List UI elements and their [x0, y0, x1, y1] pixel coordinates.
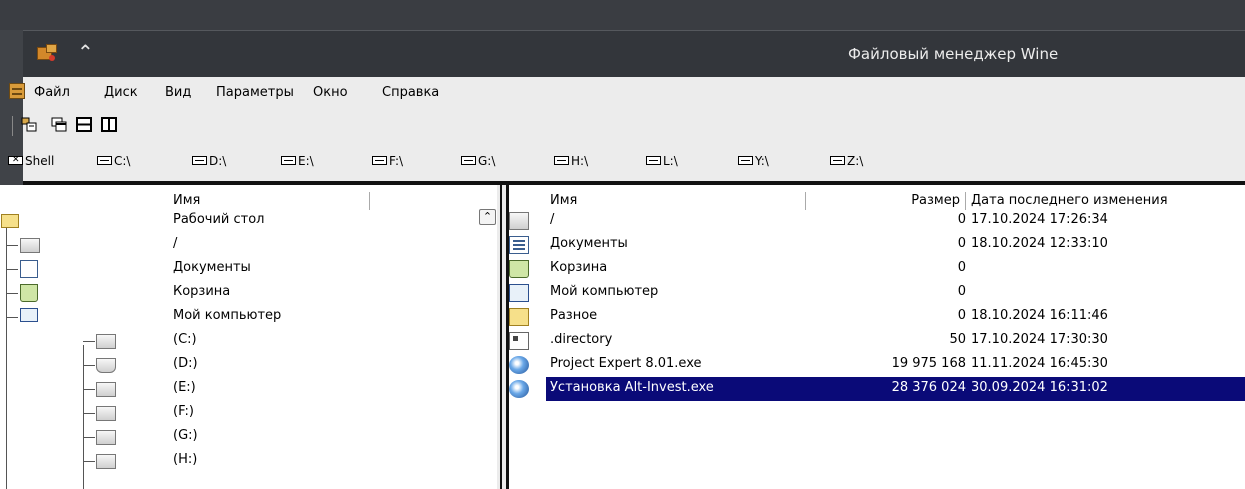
file-row[interactable]: Разное 0 18.10.2024 16:11:46: [509, 305, 1245, 329]
tree-item[interactable]: /: [0, 233, 480, 257]
cascade-windows-icon[interactable]: [51, 117, 67, 132]
connect-drive-icon[interactable]: [21, 117, 37, 132]
shell-icon: [8, 152, 23, 168]
tree-item[interactable]: (F:): [0, 401, 480, 425]
folder-icon: [509, 308, 529, 326]
tree-item[interactable]: (G:): [0, 425, 480, 449]
window-menu-icon[interactable]: [9, 83, 25, 99]
folder-icon: [1, 214, 19, 228]
file-manager-window: Файл Диск Вид Параметры Окно Справка She…: [0, 77, 1245, 489]
drive-g[interactable]: G:\: [461, 153, 495, 169]
tree-item[interactable]: (E:): [0, 377, 480, 401]
file-row[interactable]: Project Expert 8.01.exe 19 975 168 11.11…: [509, 353, 1245, 377]
drive-icon: [738, 156, 753, 165]
tile-horizontal-icon[interactable]: [76, 117, 92, 132]
tree-column-header-empty[interactable]: [370, 192, 475, 210]
menu-bar: Файл Диск Вид Параметры Окно Справка: [9, 77, 1245, 108]
menu-help[interactable]: Справка: [382, 85, 439, 100]
menu-disk[interactable]: Диск: [104, 85, 138, 100]
toolbar: [12, 108, 1245, 141]
window-titlebar[interactable]: ⌃ Файловый менеджер Wine: [23, 30, 1245, 77]
menu-file[interactable]: Файл: [34, 85, 70, 100]
trash-icon: [509, 260, 529, 278]
exe-icon: [509, 380, 529, 398]
drive-z[interactable]: Z:\: [830, 153, 863, 169]
file-row[interactable]: Корзина 0: [509, 257, 1245, 281]
drive-icon: [509, 212, 529, 230]
file-row[interactable]: .directory 50 17.10.2024 17:30:30: [509, 329, 1245, 353]
drive-icon: [96, 430, 116, 445]
drive-icon: [554, 156, 569, 165]
cdrom-icon: [192, 156, 207, 165]
drive-h[interactable]: H:\: [554, 153, 588, 169]
drive-l[interactable]: L:\: [646, 153, 678, 169]
drive-icon: [20, 238, 40, 253]
drive-icon: [372, 156, 387, 165]
menu-view[interactable]: Вид: [165, 85, 191, 100]
cdrom-icon: [96, 358, 116, 373]
drive-icon: [830, 156, 845, 165]
drive-c[interactable]: C:\: [97, 153, 130, 169]
pane-splitter[interactable]: [497, 185, 509, 489]
file-row[interactable]: Документы 0 18.10.2024 12:33:10: [509, 233, 1245, 257]
drive-icon: [281, 156, 296, 165]
tree-item[interactable]: Рабочий стол: [0, 209, 480, 233]
exe-icon: [509, 356, 529, 374]
column-header-date[interactable]: Дата последнего изменения: [971, 192, 1245, 210]
documents-icon: [20, 260, 38, 278]
drive-y[interactable]: Y:\: [738, 153, 769, 169]
tree-item[interactable]: (D:): [0, 353, 480, 377]
documents-icon: [509, 236, 529, 254]
tile-vertical-icon[interactable]: [101, 117, 117, 132]
tree-item[interactable]: Мой компьютер: [0, 305, 480, 329]
drive-bar: Shell C:\ D:\ E:\ F:\ G:\ H:\ L:\ Y:\ Z:…: [8, 141, 1245, 181]
file-row-selected[interactable]: Установка Alt-Invest.exe 28 376 024 30.0…: [509, 377, 1245, 401]
toolbar-separator: [12, 116, 13, 136]
computer-icon: [20, 308, 38, 322]
app-icon[interactable]: [37, 44, 57, 62]
drive-d[interactable]: D:\: [192, 153, 226, 169]
drive-icon: [96, 382, 116, 397]
file-row[interactable]: Мой компьютер 0: [509, 281, 1245, 305]
menu-options[interactable]: Параметры: [216, 85, 294, 100]
drive-icon: [97, 156, 112, 165]
drive-icon: [96, 454, 116, 469]
drive-icon: [96, 406, 116, 421]
desktop-background: [0, 0, 1245, 30]
file-list-pane[interactable]: Имя Размер Дата последнего изменения / 0…: [509, 185, 1245, 489]
drive-icon: [461, 156, 476, 165]
drive-icon: [96, 334, 116, 349]
tree-column-header[interactable]: Имя: [173, 192, 370, 210]
column-header-size[interactable]: Размер: [806, 192, 966, 210]
file-row[interactable]: / 0 17.10.2024 17:26:34: [509, 209, 1245, 233]
drive-e[interactable]: E:\: [281, 153, 314, 169]
trash-icon: [20, 284, 38, 302]
computer-icon: [509, 284, 529, 302]
menu-window[interactable]: Окно: [313, 85, 348, 100]
tree-item[interactable]: (C:): [0, 329, 480, 353]
tree-pane[interactable]: Имя Рабочий стол / Документы Корзина Мой…: [0, 185, 497, 489]
drive-shell[interactable]: Shell: [8, 152, 54, 169]
drive-f[interactable]: F:\: [372, 153, 403, 169]
tree-item[interactable]: Корзина: [0, 281, 480, 305]
tree-item[interactable]: (H:): [0, 449, 480, 489]
window-title: Файловый менеджер Wine: [848, 45, 1059, 63]
keep-above-icon[interactable]: ⌃: [77, 40, 94, 64]
column-header-name[interactable]: Имя: [550, 192, 806, 210]
drive-icon: [646, 156, 661, 165]
tree-scroll-up-button[interactable]: ⌃: [479, 209, 496, 225]
file-icon: [509, 332, 529, 350]
tree-item[interactable]: Документы: [0, 257, 480, 281]
